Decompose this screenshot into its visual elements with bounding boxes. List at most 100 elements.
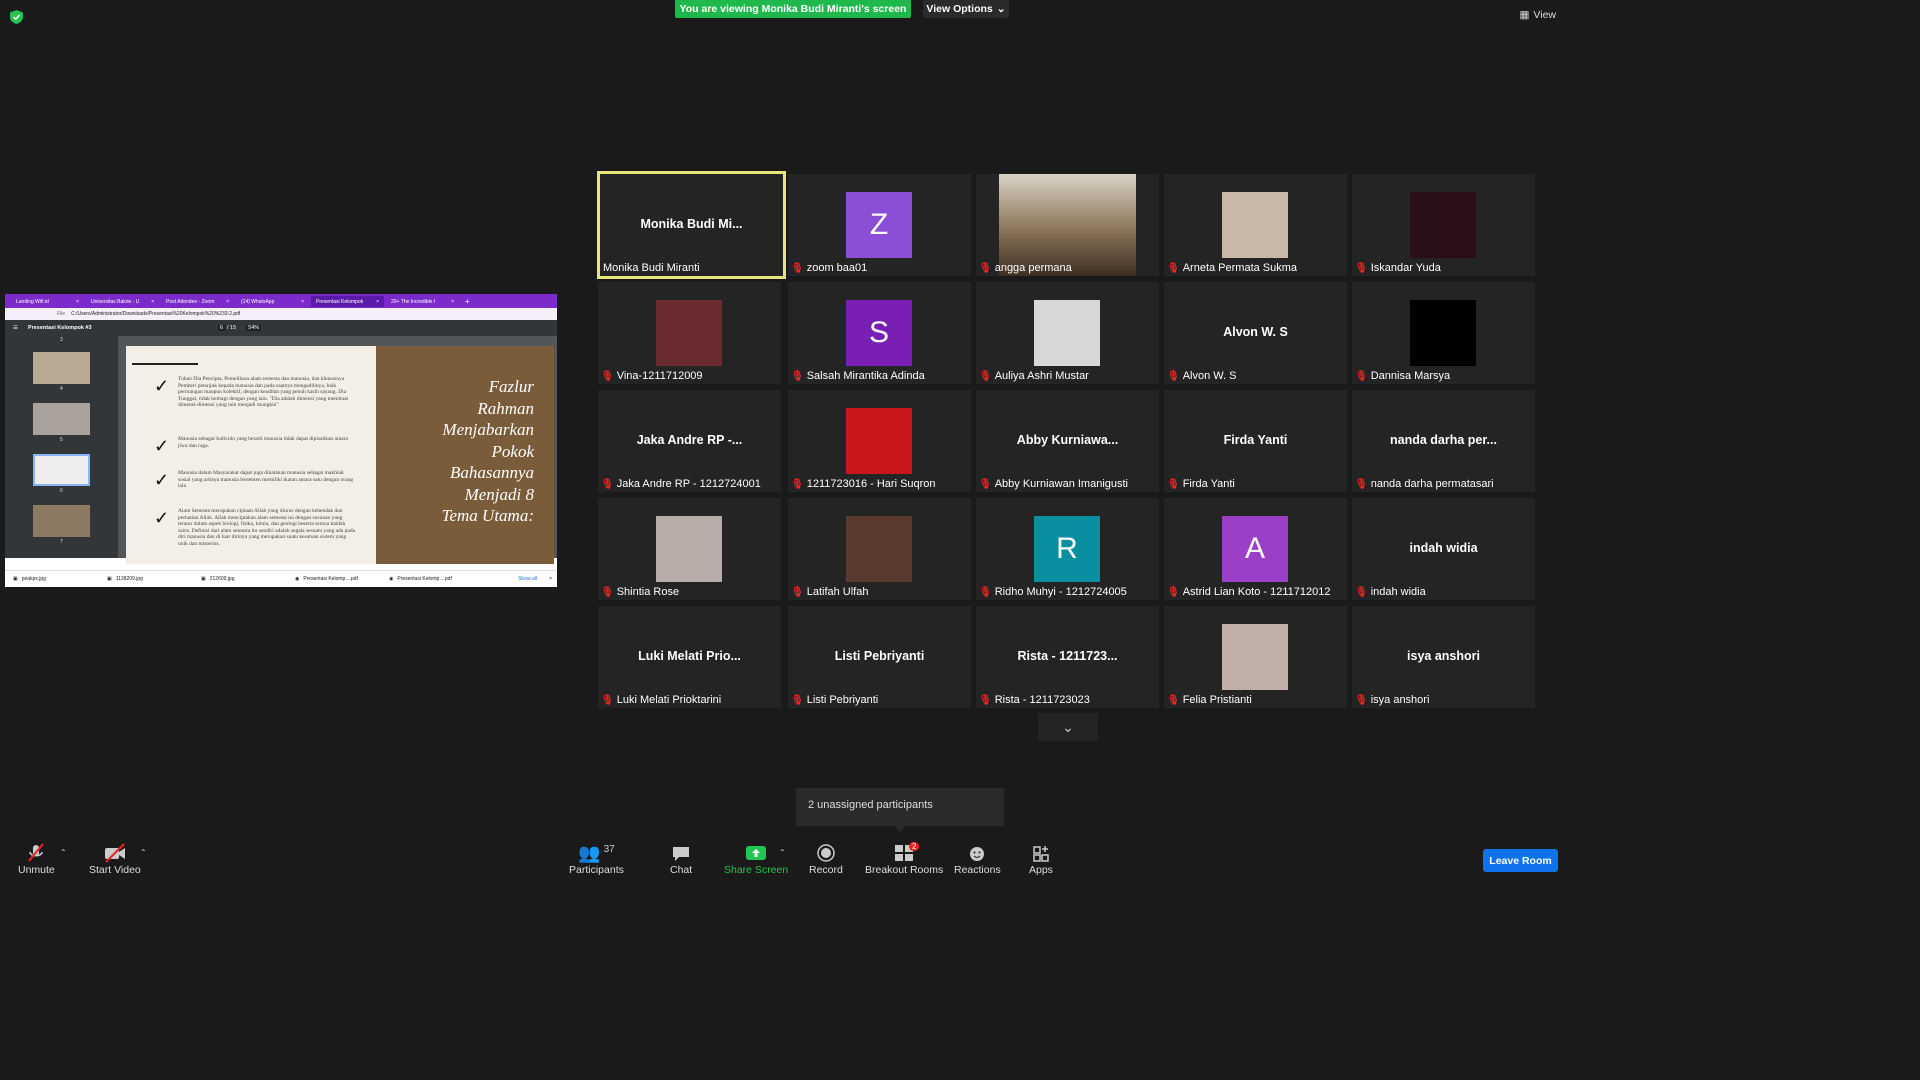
thumb-label: 4: [60, 386, 63, 392]
shield-icon[interactable]: [10, 10, 23, 24]
chat-button[interactable]: Chat: [670, 842, 692, 876]
participant-tile[interactable]: Listi Pebriyanti 🎙 Listi Pebriyanti: [788, 606, 971, 708]
unmute-button[interactable]: Unmute: [18, 842, 55, 876]
participant-name: Dannisa Marsya: [1370, 370, 1451, 382]
participant-tile[interactable]: 🎙 angga permana: [976, 174, 1159, 276]
page-thumbnail[interactable]: [33, 403, 90, 435]
participant-tile[interactable]: Rista - 1211723... 🎙 Rista - 1211723023: [976, 606, 1159, 708]
microphone-muted-icon: 🎙: [1355, 586, 1368, 598]
unassigned-participants-popup[interactable]: 2 unassigned participants: [796, 788, 1004, 832]
zoom-level[interactable]: 54%: [246, 325, 262, 331]
participant-display-name: indah widia: [1409, 541, 1478, 555]
participant-tile[interactable]: R 🎙 Ridho Muhyi - 1212724005: [976, 498, 1159, 600]
page-thumbnail[interactable]: [33, 352, 90, 384]
reactions-button[interactable]: Reactions: [954, 842, 1001, 876]
chrome-icon: ◉: [389, 576, 394, 582]
microphone-muted-icon: 🎙: [1167, 262, 1180, 274]
participant-tile[interactable]: 🎙 Vina-1211712009: [598, 282, 781, 384]
participant-name: Luki Melati Prioktarini: [616, 694, 722, 706]
participant-label: 🎙 isya anshori: [1355, 694, 1429, 706]
slide-bullets: ✓ Tuhan Dia Pencipta, Pemelihara alam se…: [126, 346, 376, 564]
participant-label: 🎙 Jaka Andre RP - 1212724001: [601, 478, 761, 490]
slide-rule: [132, 363, 198, 365]
pdf-toolbar: ☰ Presentasi Kelompok #3 6 / 15 54%: [5, 320, 557, 336]
participant-name: zoom baa01: [806, 262, 868, 274]
page-thumbnail[interactable]: [33, 505, 90, 537]
close-icon[interactable]: ×: [549, 576, 552, 582]
download-item[interactable]: ◉ Presentasi Kelomp....pdf: [287, 576, 381, 582]
shared-screen[interactable]: Landing Wifi.id × Universitas Bakrie - U ×…: [5, 294, 557, 587]
browser-tab[interactable]: Landing Wifi.id ×: [11, 296, 84, 307]
download-item[interactable]: ◉ Presentasi Kelomp....pdf: [381, 576, 475, 582]
participant-tile[interactable]: 🎙 1211723016 - Hari Suqron: [788, 390, 971, 492]
leave-room-button[interactable]: Leave Room: [1483, 849, 1558, 872]
microphone-muted-icon: 🎙: [601, 586, 614, 598]
people-icon: 👥: [578, 842, 601, 863]
slide-title-line: Fazlur: [488, 377, 534, 396]
participant-tile[interactable]: Luki Melati Prio... 🎙 Luki Melati Prioktar…: [598, 606, 781, 708]
new-tab-icon[interactable]: +: [465, 297, 470, 306]
participant-tile[interactable]: Z 🎙 zoom baa01: [788, 174, 971, 276]
participant-tile[interactable]: isya anshori 🎙 isya anshori: [1352, 606, 1535, 708]
participant-name: Salsah Mirantika Adinda: [806, 370, 925, 382]
page-total: / 15: [227, 325, 237, 331]
participant-tile[interactable]: Abby Kurniawa... 🎙 Abby Kurniawan Imanigus…: [976, 390, 1159, 492]
avatar: [1034, 300, 1100, 366]
chevron-up-icon[interactable]: ⌃: [140, 848, 147, 857]
view-options-label: View Options: [926, 3, 993, 15]
meeting-toolbar: Unmute ⌃ Start Video ⌃ 👥 37 Participants…: [0, 832, 1568, 882]
browser-tab-active[interactable]: Presentasi Kelompok ×: [311, 295, 384, 307]
participant-tile[interactable]: Alvon W. S 🎙 Alvon W. S: [1164, 282, 1347, 384]
participant-display-name: Luki Melati Prio...: [638, 649, 741, 663]
download-item[interactable]: ▣ 1138209.jpg: [99, 576, 193, 582]
participant-label: 🎙 Auliya Ashri Mustar: [979, 370, 1089, 382]
breakout-rooms-button[interactable]: 2 Breakout Rooms: [865, 842, 943, 876]
page-thumbnail-selected[interactable]: [33, 454, 90, 486]
participant-tile[interactable]: S 🎙 Salsah Mirantika Adinda: [788, 282, 971, 384]
avatar: [846, 516, 912, 582]
scroll-down-button[interactable]: ⌄: [1038, 713, 1098, 741]
participant-tile[interactable]: A 🎙 Astrid Lian Koto - 1211712012: [1164, 498, 1347, 600]
participant-label: 🎙 Luki Melati Prioktarini: [601, 694, 721, 706]
slide-bullet: ✓ Tuhan Dia Pencipta, Pemelihara alam se…: [154, 376, 349, 409]
menu-icon[interactable]: ☰: [13, 325, 18, 331]
record-button[interactable]: Record: [809, 842, 843, 876]
participant-tile[interactable]: 🎙 Shintia Rose: [598, 498, 781, 600]
participants-button[interactable]: 👥 37 Participants: [569, 842, 624, 877]
browser-tab[interactable]: 20+ The Incredible I ×: [386, 296, 459, 307]
browser-tab[interactable]: Universitas Bakrie - U ×: [86, 296, 159, 307]
participant-tile[interactable]: 🎙 Iskandar Yuda: [1352, 174, 1535, 276]
microphone-muted-icon: 🎙: [979, 586, 992, 598]
address-bar[interactable]: File C:/Users/Administrator/Downloads/Pr…: [5, 308, 557, 320]
chevron-up-icon[interactable]: ⌃: [779, 848, 786, 857]
download-item[interactable]: ▣ peakpx.jpg: [5, 576, 99, 582]
thumb-label: 7: [60, 539, 63, 545]
show-all-link[interactable]: Show all: [518, 576, 537, 582]
participant-tile[interactable]: Firda Yanti 🎙 Firda Yanti: [1164, 390, 1347, 492]
microphone-muted-icon: 🎙: [1355, 262, 1368, 274]
microphone-muted-icon: 🎙: [1167, 586, 1180, 598]
share-screen-icon: [746, 846, 767, 860]
participant-tile[interactable]: 🎙 Arneta Permata Sukma: [1164, 174, 1347, 276]
participant-tile[interactable]: indah widia 🎙 indah widia: [1352, 498, 1535, 600]
participant-tile[interactable]: 🎙 Auliya Ashri Mustar: [976, 282, 1159, 384]
view-options-button[interactable]: View Options ⌄: [923, 0, 1009, 18]
microphone-muted-icon: 🎙: [1167, 370, 1180, 382]
browser-tab[interactable]: (14) WhatsApp ×: [236, 296, 309, 307]
apps-button[interactable]: Apps: [1029, 842, 1053, 876]
participant-label: 🎙 1211723016 - Hari Suqron: [791, 478, 936, 490]
participant-tile[interactable]: 🎙 Latifah Ulfah: [788, 498, 971, 600]
page-number[interactable]: 6: [217, 325, 225, 331]
slide-bullet: ✓ Manusia sebagai Individu yang berarti …: [154, 436, 348, 456]
participant-tile[interactable]: Jaka Andre RP -... 🎙 Jaka Andre RP - 12127…: [598, 390, 781, 492]
participant-tile[interactable]: Monika Budi Mi... Monika Budi Miranti: [597, 171, 786, 279]
view-button[interactable]: ▦ View: [1520, 9, 1557, 21]
participant-tile[interactable]: 🎙 Dannisa Marsya: [1352, 282, 1535, 384]
participant-tile[interactable]: nanda darha per... 🎙 nanda darha permatasa…: [1352, 390, 1535, 492]
chevron-up-icon[interactable]: ⌃: [60, 848, 67, 857]
browser-tab[interactable]: Post Attendee - Zoom ×: [161, 296, 234, 307]
participant-tile[interactable]: 🎙 Felia Pristianti: [1164, 606, 1347, 708]
download-item[interactable]: ▣ 212609.jpg: [193, 576, 287, 582]
participant-label: Monika Budi Miranti: [603, 262, 700, 274]
start-video-button[interactable]: Start Video: [89, 842, 141, 876]
